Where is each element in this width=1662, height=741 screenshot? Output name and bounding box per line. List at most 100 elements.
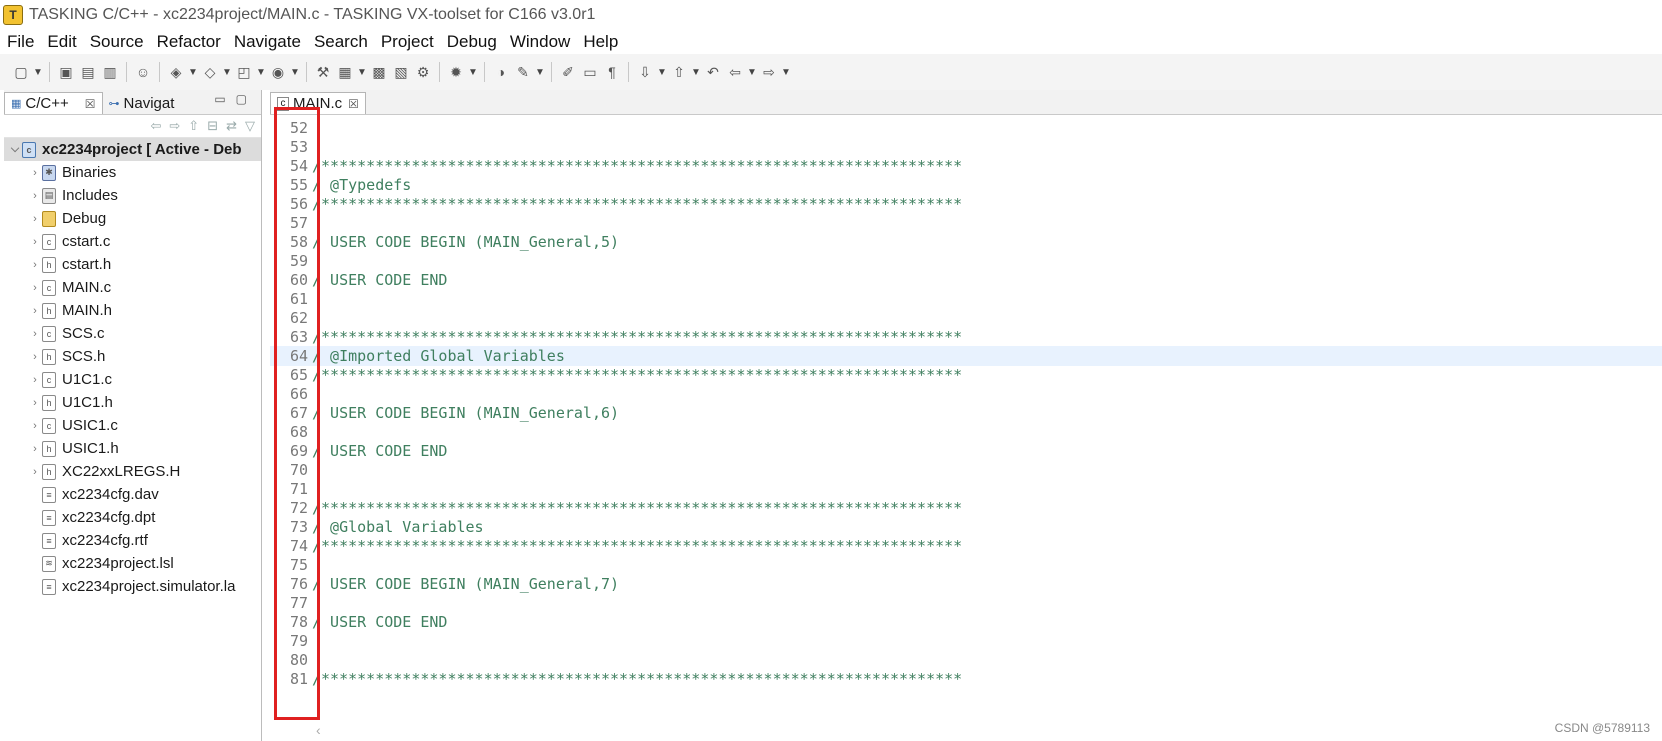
back-icon[interactable]: ⇦ [150, 118, 161, 134]
build-config-icon[interactable]: ▦ [334, 61, 356, 83]
menu-file[interactable]: File [0, 32, 40, 52]
code-line[interactable]: 57 [270, 213, 1662, 233]
code-line[interactable]: 76/ USER CODE BEGIN (MAIN_General,7) [270, 574, 1662, 594]
dropdown-icon[interactable]: ▼ [656, 61, 668, 83]
print-icon[interactable]: ▥ [99, 61, 121, 83]
dropdown-icon[interactable]: ▼ [187, 61, 199, 83]
open-type-icon[interactable]: ◑ [490, 61, 512, 83]
view-menu-icon[interactable]: ▽ [245, 118, 255, 134]
code-line[interactable]: 65/*************************************… [270, 365, 1662, 385]
code-line[interactable]: 73/ @Global Variables [270, 517, 1662, 537]
code-line[interactable]: 64/ @Imported Global Variables [270, 346, 1662, 366]
tree-item[interactable]: › Debug [4, 207, 261, 230]
code-line[interactable]: 55/ @Typedefs [270, 175, 1662, 195]
chevron-right-icon[interactable]: › [28, 236, 42, 248]
code-line[interactable]: 79 [270, 631, 1662, 651]
code-line[interactable]: 74/*************************************… [270, 536, 1662, 556]
target-icon[interactable]: ▧ [390, 61, 412, 83]
dropdown-icon[interactable]: ▼ [690, 61, 702, 83]
new-class-icon[interactable]: ◉ [267, 61, 289, 83]
tree-item[interactable]: › c cstart.c [4, 230, 261, 253]
tree-item[interactable]: › h USIC1.h [4, 437, 261, 460]
build-icon[interactable]: ⚒ [312, 61, 334, 83]
tree-item[interactable]: ≡ xc2234cfg.rtf [4, 529, 261, 552]
tree-item[interactable]: ≡ xc2234project.simulator.la [4, 575, 261, 598]
code-text-area[interactable]: 52 53 54/*********************************… [270, 114, 1662, 714]
previous-annotation-icon[interactable]: ⇧ [668, 61, 690, 83]
menu-window[interactable]: Window [503, 32, 576, 52]
code-line[interactable]: 71 [270, 479, 1662, 499]
horizontal-scrollbar[interactable]: ‹ [270, 722, 1662, 741]
chevron-down-icon[interactable]: ⌵ [8, 143, 22, 156]
code-line[interactable]: 53 [270, 137, 1662, 157]
tree-item[interactable]: › c USIC1.c [4, 414, 261, 437]
code-line[interactable]: 63/*************************************… [270, 327, 1662, 347]
code-line[interactable]: 70 [270, 460, 1662, 480]
new-folder-icon[interactable]: ◇ [199, 61, 221, 83]
new-dropdown-icon[interactable]: ▼ [32, 61, 44, 83]
code-line[interactable]: 61 [270, 289, 1662, 309]
chevron-right-icon[interactable]: › [28, 167, 42, 179]
chevron-right-icon[interactable]: › [28, 420, 42, 432]
tree-item[interactable]: ≡ xc2234cfg.dav [4, 483, 261, 506]
next-annotation-icon[interactable]: ⇩ [634, 61, 656, 83]
chevron-right-icon[interactable]: › [28, 190, 42, 202]
menu-refactor[interactable]: Refactor [150, 32, 227, 52]
code-line[interactable]: 67/ USER CODE BEGIN (MAIN_General,6) [270, 403, 1662, 423]
new-icon[interactable]: ▢ [10, 61, 32, 83]
show-whitespace-icon[interactable]: ¶ [601, 61, 623, 83]
close-icon[interactable]: ☒ [85, 97, 96, 111]
code-line[interactable]: 77 [270, 593, 1662, 613]
code-line[interactable]: 62 [270, 308, 1662, 328]
back-arrow-icon[interactable]: ⇦ [724, 61, 746, 83]
search-run-icon[interactable]: ✎ [512, 61, 534, 83]
dropdown-icon[interactable]: ▼ [534, 61, 546, 83]
dropdown-icon[interactable]: ▼ [780, 61, 792, 83]
menu-edit[interactable]: Edit [40, 32, 82, 52]
tree-item[interactable]: › c U1C1.c [4, 368, 261, 391]
chevron-right-icon[interactable]: › [28, 213, 42, 225]
menu-project[interactable]: Project [374, 32, 440, 52]
dropdown-icon[interactable]: ▼ [356, 61, 368, 83]
tab-main-c[interactable]: c MAIN.c ☒ [270, 92, 366, 114]
menu-help[interactable]: Help [576, 32, 624, 52]
chevron-right-icon[interactable]: › [28, 305, 42, 317]
chevron-right-icon[interactable]: › [28, 374, 42, 386]
chevron-right-icon[interactable]: › [28, 443, 42, 455]
tree-item[interactable]: ≡ xc2234cfg.dpt [4, 506, 261, 529]
code-line[interactable]: 60/ USER CODE END [270, 270, 1662, 290]
chevron-right-icon[interactable]: › [28, 282, 42, 294]
menu-source[interactable]: Source [83, 32, 150, 52]
tree-item[interactable]: › h U1C1.h [4, 391, 261, 414]
code-line[interactable]: 78/ USER CODE END [270, 612, 1662, 632]
dropdown-icon[interactable]: ▼ [221, 61, 233, 83]
tree-item[interactable]: › ✱ Binaries [4, 161, 261, 184]
menu-debug[interactable]: Debug [440, 32, 503, 52]
code-line[interactable]: 54/*************************************… [270, 156, 1662, 176]
tree-item[interactable]: ≋ xc2234project.lsl [4, 552, 261, 575]
link-editor-icon[interactable]: ⇄ [226, 118, 237, 134]
code-line[interactable]: 72/*************************************… [270, 498, 1662, 518]
scroll-left-icon[interactable]: ‹ [316, 722, 321, 738]
chevron-right-icon[interactable]: › [28, 259, 42, 271]
collapse-all-icon[interactable]: ⊟ [207, 118, 218, 134]
tree-item[interactable]: › h cstart.h [4, 253, 261, 276]
code-line[interactable]: 58/ USER CODE BEGIN (MAIN_General,5) [270, 232, 1662, 252]
code-line[interactable]: 69/ USER CODE END [270, 441, 1662, 461]
forward-arrow-icon[interactable]: ⇨ [758, 61, 780, 83]
save-all-icon[interactable]: ▤ [77, 61, 99, 83]
dropdown-icon[interactable]: ▼ [255, 61, 267, 83]
new-c-project-icon[interactable]: ◈ [165, 61, 187, 83]
new-file-icon[interactable]: ◰ [233, 61, 255, 83]
tree-project-root[interactable]: ⌵ c xc2234project [ Active - Deb [4, 138, 261, 161]
minimize-maximize-icon[interactable]: ▭▢ [214, 92, 257, 106]
chevron-right-icon[interactable]: › [28, 328, 42, 340]
menu-search[interactable]: Search [307, 32, 374, 52]
tab-navigator[interactable]: ⊶ Navigat [103, 92, 181, 114]
up-icon[interactable]: ⇧ [188, 118, 199, 134]
code-line[interactable]: 68 [270, 422, 1662, 442]
save-icon[interactable]: ▣ [55, 61, 77, 83]
debug-person-icon[interactable]: ☺ [132, 61, 154, 83]
debug-bug-icon[interactable]: ✹ [445, 61, 467, 83]
menu-navigate[interactable]: Navigate [227, 32, 307, 52]
